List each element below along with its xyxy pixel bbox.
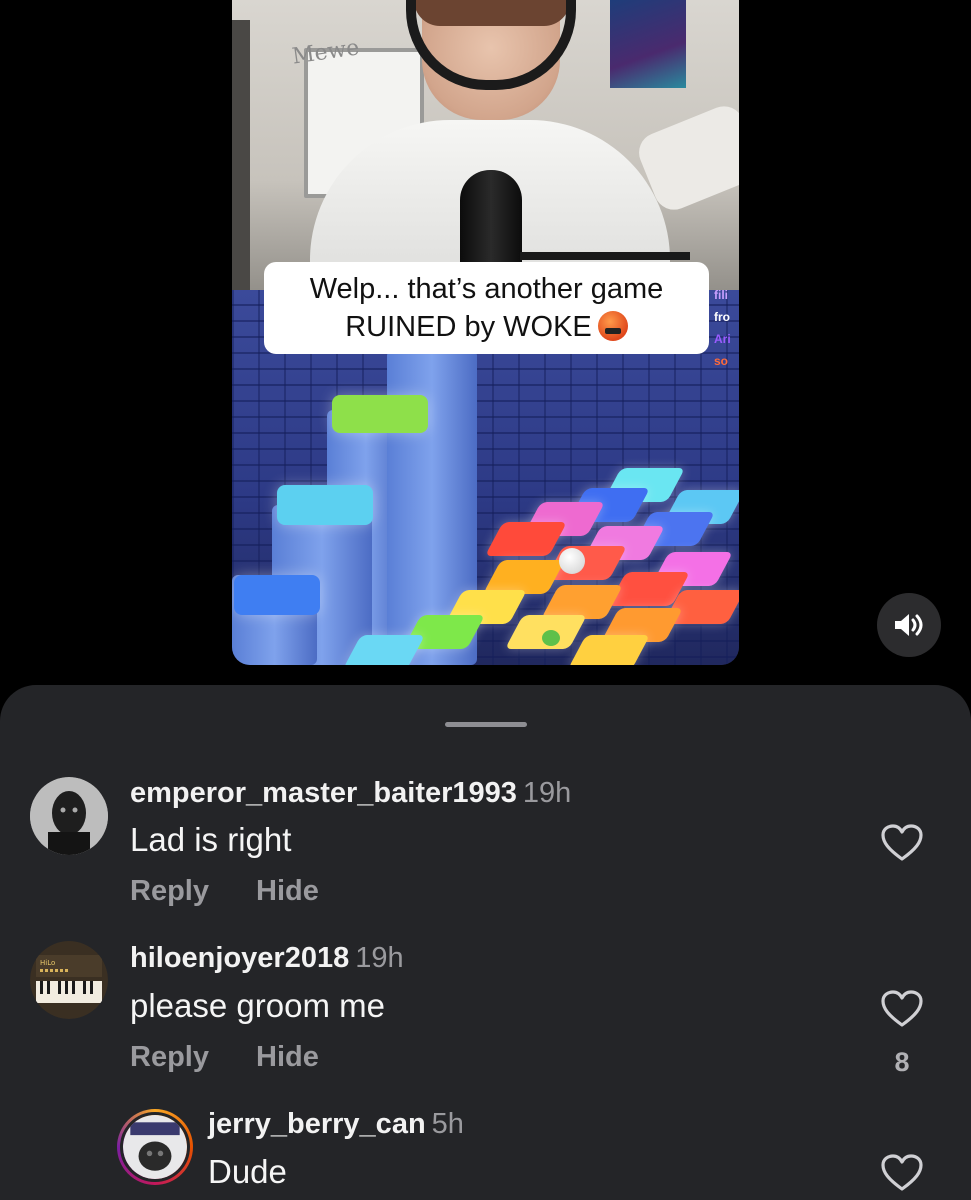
avatar-story-ring[interactable] (117, 1109, 193, 1185)
comment-timestamp: 5h (431, 1108, 464, 1140)
frog-character (542, 630, 560, 646)
video-webcam-scene: Mewe (232, 0, 739, 300)
speaker-on-icon (895, 614, 923, 636)
sheet-drag-handle[interactable] (445, 722, 527, 727)
avatar (120, 1112, 190, 1182)
mute-button[interactable] (877, 593, 941, 657)
comment-username[interactable]: hiloenjoyer2018 (130, 942, 349, 974)
comment-username[interactable]: emperor_master_baiter1993 (130, 777, 517, 809)
video-caption: Welp... that’s another game RUINED by WO… (264, 262, 709, 354)
hide-button[interactable]: Hide (256, 875, 319, 908)
wall-poster (610, 0, 686, 88)
comment-timestamp: 19h (355, 942, 404, 974)
svg-text:HiLo: HiLo (40, 959, 55, 967)
avatar[interactable] (30, 777, 108, 855)
like-count: 8 (894, 1047, 910, 1077)
comments-sheet: emperor_master_baiter1993 19h Lad is righ… (0, 685, 971, 1200)
avatar[interactable]: HiLo (30, 941, 108, 1019)
comment-username[interactable]: jerry_berry_can (208, 1108, 426, 1140)
caption-line-1: Welp... that’s another game (309, 273, 664, 305)
reply-button[interactable]: Reply (130, 1041, 209, 1074)
baseball (559, 548, 585, 574)
angry-face-emoji-icon (597, 311, 628, 341)
comment-text: Dude (208, 1153, 287, 1190)
comment-text: Lad is right (130, 821, 292, 858)
heart-icon[interactable] (880, 1153, 924, 1193)
stream-chat-overlay: fili fro Ari so (714, 288, 731, 368)
heart-icon[interactable] (880, 989, 924, 1029)
heart-icon[interactable] (880, 823, 924, 863)
hide-button[interactable]: Hide (256, 1041, 319, 1074)
comment-timestamp: 19h (522, 777, 572, 809)
screen: Mewe fili fro Ari so Welp... that’s anot… (0, 0, 971, 1200)
reply-button[interactable]: Reply (130, 875, 209, 908)
comment-text: please groom me (130, 987, 385, 1024)
caption-line-2: RUINED by WOKE (345, 311, 592, 343)
